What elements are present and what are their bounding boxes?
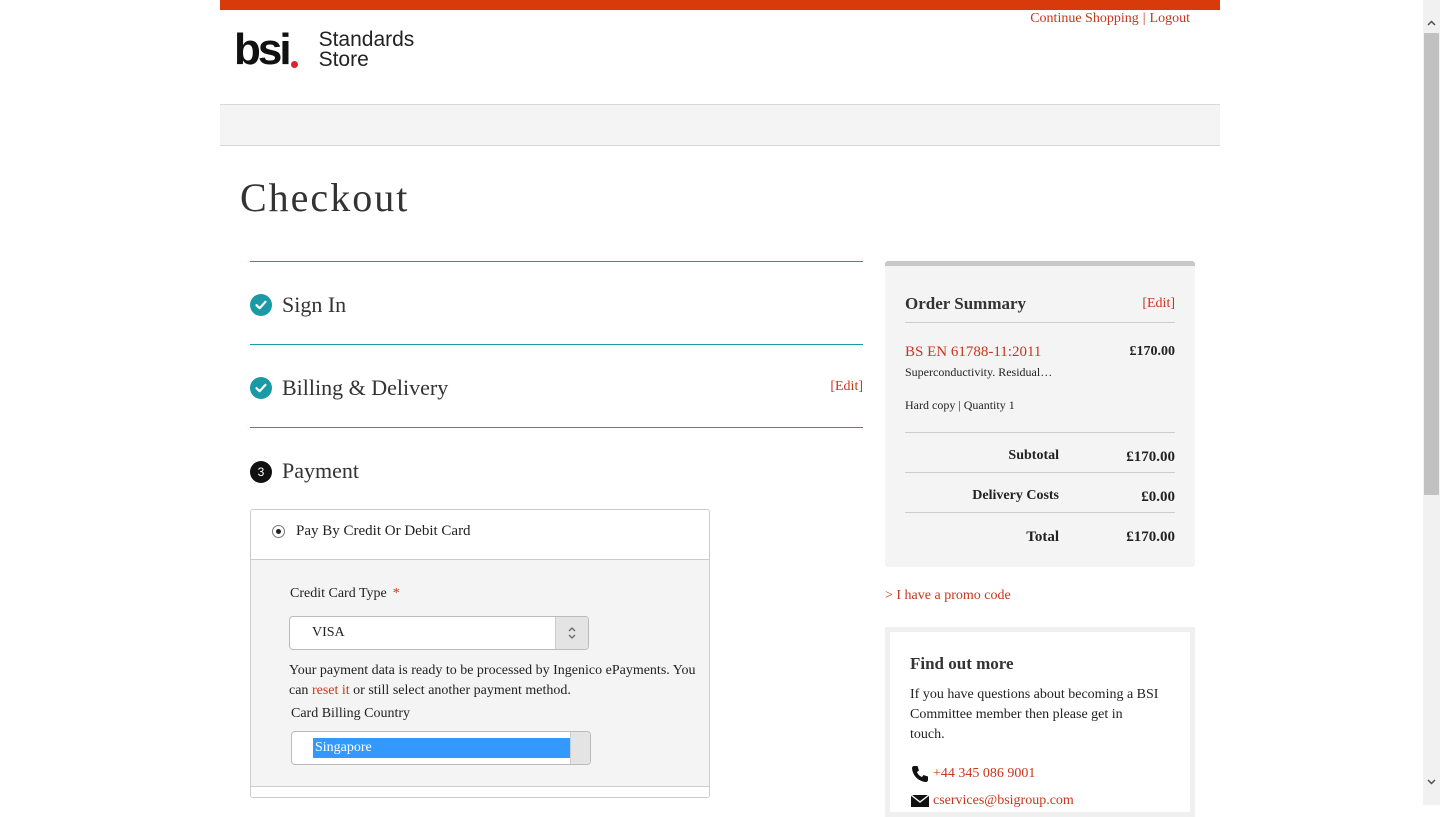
- edit-billing-link[interactable]: [Edit]: [830, 379, 863, 395]
- payment-info-text: Your payment data is ready to be process…: [289, 663, 696, 698]
- card-type-label: Credit Card Type *: [290, 586, 400, 601]
- find-out-more-text: If you have questions about becoming a B…: [910, 687, 1159, 742]
- product-description: Superconductivity. Residual…: [905, 365, 1053, 379]
- page-scrollbar[interactable]: [1423, 0, 1440, 805]
- divider: [905, 322, 1175, 323]
- total-value: £170.00: [1126, 529, 1175, 545]
- promo-code-link[interactable]: > I have a promo code: [885, 588, 1011, 604]
- product-meta: Hard copy | Quantity 1: [905, 398, 1015, 412]
- delivery-costs-label: Delivery Costs: [972, 488, 1059, 503]
- top-accent-bar: [220, 0, 1220, 10]
- subtotal-value: £170.00: [1126, 449, 1175, 465]
- billing-country-select[interactable]: Singapore: [291, 731, 591, 765]
- logo-line-1: Standards: [318, 28, 415, 51]
- card-type-value: VISA: [312, 625, 345, 640]
- payment-method-box: Pay By Credit Or Debit Card Credit Card …: [250, 509, 710, 798]
- top-links: Continue Shopping | Logout: [1030, 11, 1190, 27]
- logo-dot: [290, 61, 298, 68]
- mail-icon: [910, 794, 930, 807]
- check-circle-icon: [250, 377, 272, 399]
- step-label: Sign In: [282, 292, 347, 317]
- product-price: £170.00: [1129, 344, 1176, 359]
- step-payment: 3 Payment: [250, 427, 863, 507]
- step-billing-delivery[interactable]: Billing & Delivery [Edit]: [250, 344, 863, 427]
- scroll-thumb[interactable]: [1424, 33, 1439, 495]
- continue-shopping-link[interactable]: Continue Shopping: [1030, 11, 1139, 26]
- card-type-select[interactable]: VISA: [289, 616, 589, 650]
- logo-bsi-text: bsi: [234, 25, 292, 74]
- find-out-more-panel: Find out more If you have questions abou…: [885, 627, 1195, 817]
- payment-method-header[interactable]: Pay By Credit Or Debit Card: [251, 510, 709, 560]
- logout-link[interactable]: Logout: [1150, 11, 1190, 26]
- step-label: Billing & Delivery: [282, 375, 449, 400]
- divider: [905, 472, 1175, 473]
- phone-number: +44 345 086 9001: [933, 766, 1036, 781]
- step-number-badge: 3: [250, 461, 272, 483]
- card-payment-radio[interactable]: [272, 525, 285, 538]
- phone-contact[interactable]: +44 345 086 9001: [910, 764, 1035, 784]
- subtotal-label: Subtotal: [1008, 448, 1059, 463]
- step-sign-in[interactable]: Sign In: [250, 261, 863, 344]
- order-summary-title: Order Summary: [905, 294, 1027, 313]
- email-contact[interactable]: cservices@bsigroup.com: [910, 791, 1074, 811]
- divider: [905, 432, 1175, 433]
- phone-icon: [912, 766, 928, 782]
- logo-store-text: Standards Store: [318, 28, 415, 71]
- scroll-down-icon[interactable]: [1423, 773, 1440, 790]
- delivery-costs-value: £0.00: [1141, 489, 1175, 505]
- billing-country-label: Card Billing Country: [291, 706, 410, 721]
- product-name-link[interactable]: BS EN 61788-11:2011: [905, 344, 1041, 361]
- reset-payment-link[interactable]: reset it: [312, 683, 350, 698]
- find-out-more-title: Find out more: [910, 654, 1014, 673]
- top-links-separator: |: [1142, 11, 1146, 26]
- checkout-steps: Sign In Billing & Delivery [Edit] 3 Paym…: [250, 261, 863, 507]
- payment-method-label: Pay By Credit Or Debit Card: [296, 523, 471, 539]
- total-label: Total: [1026, 529, 1059, 545]
- bsi-logo[interactable]: bsi Standards Store: [234, 28, 414, 72]
- page: Continue Shopping | Logout bsi Standards S…: [220, 0, 1220, 817]
- required-mark: *: [392, 586, 400, 601]
- edit-order-link[interactable]: [Edit]: [1142, 296, 1175, 312]
- select-arrows-icon: [555, 617, 588, 649]
- navigation-bar: [220, 104, 1220, 146]
- email-address: cservices@bsigroup.com: [933, 793, 1074, 808]
- order-summary-panel: Order Summary [Edit] BS EN 61788-11:2011…: [885, 261, 1195, 567]
- scroll-up-icon[interactable]: [1423, 14, 1440, 31]
- card-payment-form: Credit Card Type * VISA Your payment data…: [251, 560, 709, 787]
- divider: [905, 512, 1175, 513]
- billing-country-value: Singapore: [313, 738, 579, 758]
- step-label: Payment: [282, 458, 359, 483]
- page-title: Checkout: [240, 175, 410, 220]
- select-arrows-icon: [570, 732, 590, 764]
- logo-line-2: Store: [318, 48, 369, 71]
- check-circle-icon: [250, 294, 272, 316]
